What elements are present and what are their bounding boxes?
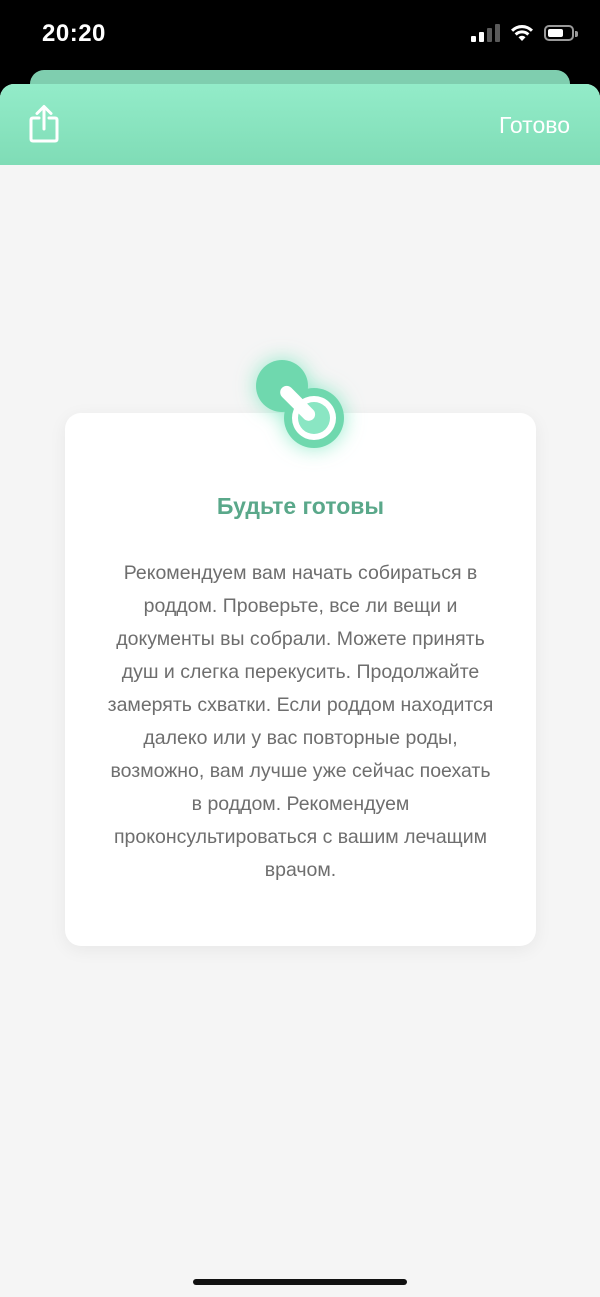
battery-icon: [544, 25, 578, 41]
cellular-signal-icon: [471, 24, 500, 42]
status-bar: 20:20: [0, 0, 600, 70]
status-icons: [471, 24, 578, 42]
done-button[interactable]: Готово: [499, 112, 570, 139]
home-indicator[interactable]: [193, 1279, 407, 1285]
modal-sheet: Готово Будьте готовы Рекомендуем вам нач…: [0, 84, 600, 1297]
sheet-header: Готово: [0, 84, 600, 165]
pacifier-icon: [256, 360, 344, 448]
status-time: 20:20: [42, 20, 106, 47]
share-button[interactable]: [24, 102, 64, 146]
card-body-text: Рекомендуем вам начать собираться в родд…: [107, 562, 494, 881]
card-title: Будьте готовы: [216, 493, 385, 519]
share-icon: [29, 105, 59, 143]
screen: 20:20 Готово Будьте готовы Рекомендуем в…: [0, 0, 600, 1297]
info-card: Будьте готовы Рекомендуем вам начать соб…: [65, 360, 536, 946]
wifi-icon: [511, 25, 533, 41]
